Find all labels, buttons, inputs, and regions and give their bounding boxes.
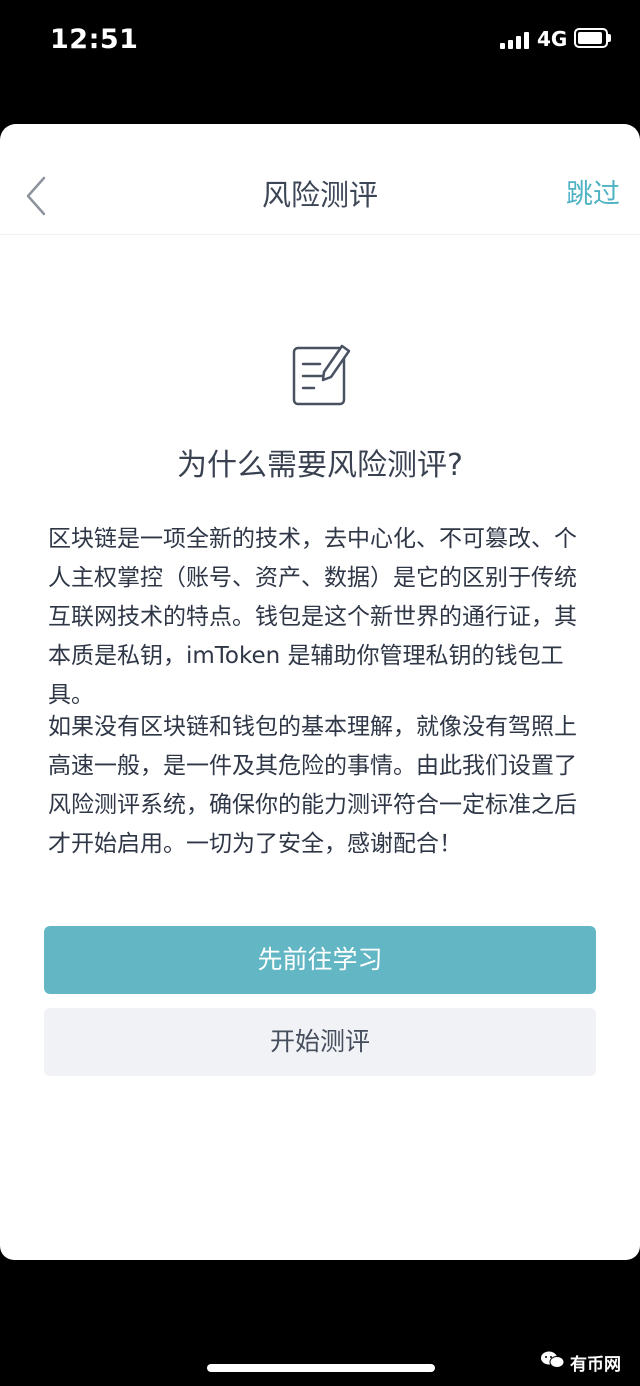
home-indicator[interactable] xyxy=(207,1364,435,1372)
status-bar: 12:51 4G xyxy=(0,0,640,80)
watermark-text: 有币网 xyxy=(570,1355,621,1375)
page-title: 风险测评 xyxy=(261,178,378,212)
nav-bar: 风险测评 跳过 xyxy=(0,124,640,235)
intro-paragraph: 区块链是一项全新的技术，去中心化、不可篡改、个人主权掌控（账号、资产、数据）是它… xyxy=(48,526,577,708)
form-edit-icon xyxy=(290,340,354,408)
skip-button[interactable]: 跳过 xyxy=(566,172,620,211)
start-assessment-button[interactable]: 开始测评 xyxy=(44,1008,596,1076)
battery-icon xyxy=(574,28,611,48)
wechat-icon xyxy=(540,1350,566,1370)
warning-paragraph: 如果没有区块链和钱包的基本理解，就像没有驾照上高速一般，是一件及其危险的事情。由… xyxy=(48,714,577,857)
section-heading: 为什么需要风险测评? xyxy=(177,448,463,483)
learn-first-button[interactable]: 先前往学习 xyxy=(44,926,596,994)
status-time: 12:51 xyxy=(50,24,139,55)
network-type: 4G xyxy=(537,27,568,51)
signal-icon xyxy=(500,31,530,49)
watermark: 有币网 xyxy=(540,1346,636,1376)
risk-assessment-sheet: 风险测评 跳过 为什么需要风险测评? 区块链是一项全新的技术，去中心化、不可篡改… xyxy=(0,124,640,1260)
